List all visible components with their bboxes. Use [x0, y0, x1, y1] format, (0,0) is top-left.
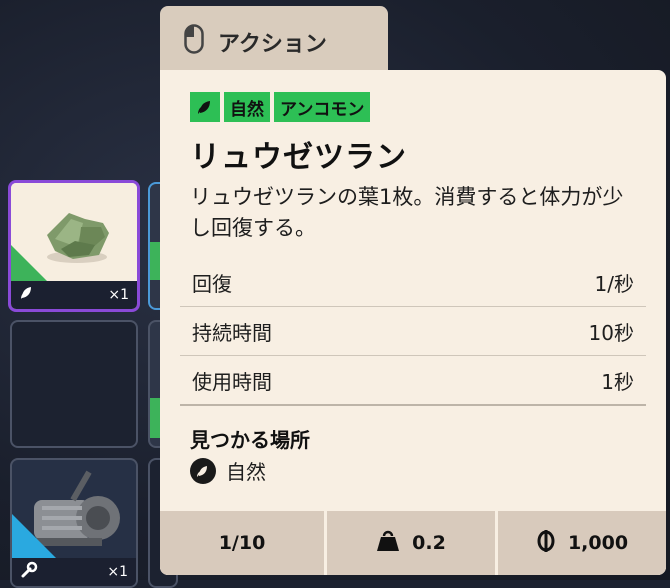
found-location-item: 自然	[190, 456, 266, 485]
tag-row: 自然 アンコモン	[190, 92, 371, 122]
stat-value: 1秒	[601, 369, 634, 394]
stack-count: 1/10	[218, 532, 266, 554]
category-tag: 自然	[224, 92, 270, 122]
stat-value: 1/秒	[594, 271, 634, 296]
currency-icon	[536, 529, 556, 558]
rarity-tag: アンコモン	[274, 92, 371, 122]
mouse-icon	[184, 24, 204, 58]
leaf-icon	[19, 285, 35, 305]
rarity-corner	[12, 514, 56, 558]
inventory-slot-empty[interactable]	[10, 320, 138, 448]
nature-icon	[190, 457, 216, 484]
stat-row-recovery: 回復 1/秒	[180, 258, 646, 307]
inventory-slot-motor[interactable]: ×1	[10, 458, 138, 588]
rarity-corner	[11, 245, 51, 285]
stat-label: 持続時間	[192, 320, 272, 345]
leaf-icon	[190, 92, 220, 122]
value-amount: 1,000	[567, 532, 629, 554]
stat-row-use-time: 使用時間 1秒	[180, 356, 646, 406]
item-description: リュウゼツランの葉1枚。消費すると体力が少し回復する。	[190, 185, 624, 240]
stats-table: 回復 1/秒 持続時間 10秒 使用時間 1秒	[180, 258, 646, 406]
slot-quantity: ×1	[108, 287, 129, 303]
action-tab[interactable]: アクション	[160, 6, 388, 76]
inventory-slot-agave[interactable]: ×1	[8, 180, 140, 312]
weight-icon	[376, 530, 400, 557]
value-cell: 1,000	[498, 511, 666, 575]
item-name: リュウゼツラン	[190, 140, 407, 175]
found-location-title: 見つかる場所	[190, 428, 310, 452]
stat-value: 10秒	[588, 320, 634, 345]
weight-value: 0.2	[412, 532, 446, 554]
tab-label: アクション	[218, 32, 327, 57]
stat-label: 回復	[192, 271, 232, 296]
stat-label: 使用時間	[192, 369, 272, 394]
stat-row-duration: 持続時間 10秒	[180, 307, 646, 356]
stack-cell: 1/10	[160, 511, 324, 575]
item-footer: 1/10 0.2 1,000	[160, 511, 666, 575]
slot-quantity: ×1	[107, 564, 128, 580]
item-tooltip: 自然 アンコモン リュウゼツラン リュウゼツランの葉1枚。消費すると体力が少し回…	[160, 70, 666, 575]
found-location-label: 自然	[226, 460, 266, 484]
weight-cell: 0.2	[327, 511, 495, 575]
